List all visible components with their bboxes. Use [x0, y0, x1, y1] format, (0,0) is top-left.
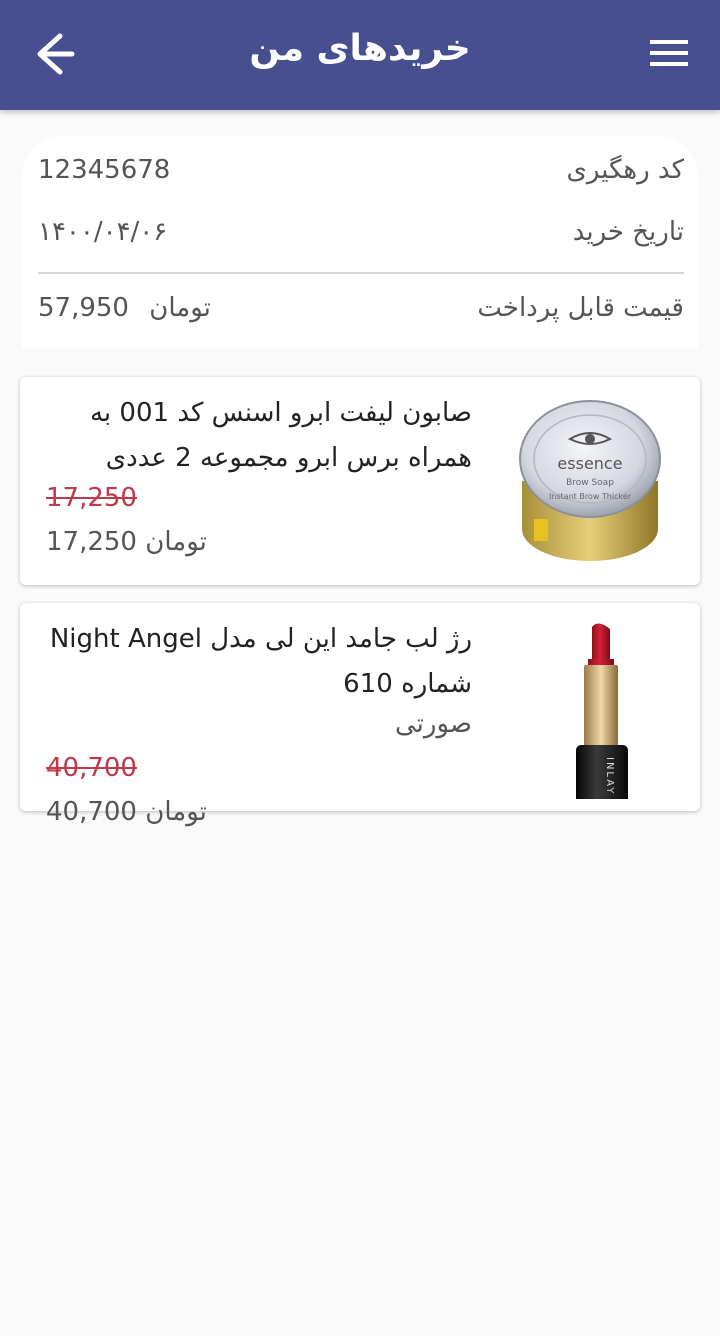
jar-line-1: Brow Soap	[566, 478, 614, 488]
order-item-card[interactable]: رژ لب جامد این لی مدل Night Angel شماره …	[20, 603, 700, 831]
total-price-currency: تومان	[149, 293, 211, 323]
original-price: 40,700	[46, 753, 137, 783]
total-row: 57,950 تومان قیمت قابل پرداخت	[38, 288, 684, 328]
product-name: رژ لب جامد این لی مدل Night Angel شماره …	[49, 624, 472, 699]
app-bar: خریدهای من	[0, 0, 720, 110]
order-item-card[interactable]: صابون لیفت ابرو اسنس کد 001 به همراه برس…	[20, 377, 700, 585]
final-price-currency: تومان	[145, 527, 207, 557]
divider	[38, 272, 684, 274]
final-price-currency: تومان	[145, 797, 207, 827]
order-summary: 12345678 کد رهگیری ۱۴۰۰/۰۴/۰۶ تاریخ خرید…	[22, 136, 698, 348]
total-price: 57,950 تومان	[38, 293, 211, 323]
page-title: خریدهای من	[249, 28, 471, 69]
hamburger-menu-icon	[650, 40, 688, 66]
product-name: صابون لیفت ابرو اسنس کد 001 به همراه برس…	[89, 398, 472, 473]
menu-button[interactable]	[640, 34, 696, 74]
tube-brand-label: INLAY	[604, 757, 615, 795]
total-price-label: قیمت قابل پرداخت	[477, 293, 684, 323]
brow-soap-jar-image: essence Brow Soap Instant Brow Thicker	[494, 389, 684, 573]
final-price: 17,250 تومان	[46, 527, 207, 557]
jar-line-2: Instant Brow Thicker	[549, 492, 632, 501]
tracking-code-value: 12345678	[38, 155, 171, 185]
tracking-row: 12345678 کد رهگیری	[38, 150, 684, 190]
product-color: صورتی	[395, 709, 472, 739]
final-price-value: 40,700	[46, 797, 137, 827]
total-price-value: 57,950	[38, 293, 129, 323]
original-price: 17,250	[46, 483, 137, 513]
final-price-value: 17,250	[46, 527, 137, 557]
tracking-code-label: کد رهگیری	[566, 155, 684, 185]
purchase-date-value: ۱۴۰۰/۰۴/۰۶	[38, 217, 168, 247]
purchase-date-label: تاریخ خرید	[572, 217, 684, 247]
final-price: 40,700 تومان	[46, 797, 207, 827]
jar-brand-label: essence	[557, 454, 622, 473]
date-row: ۱۴۰۰/۰۴/۰۶ تاریخ خرید	[38, 212, 684, 252]
lipstick-image: INLAY	[494, 615, 684, 831]
